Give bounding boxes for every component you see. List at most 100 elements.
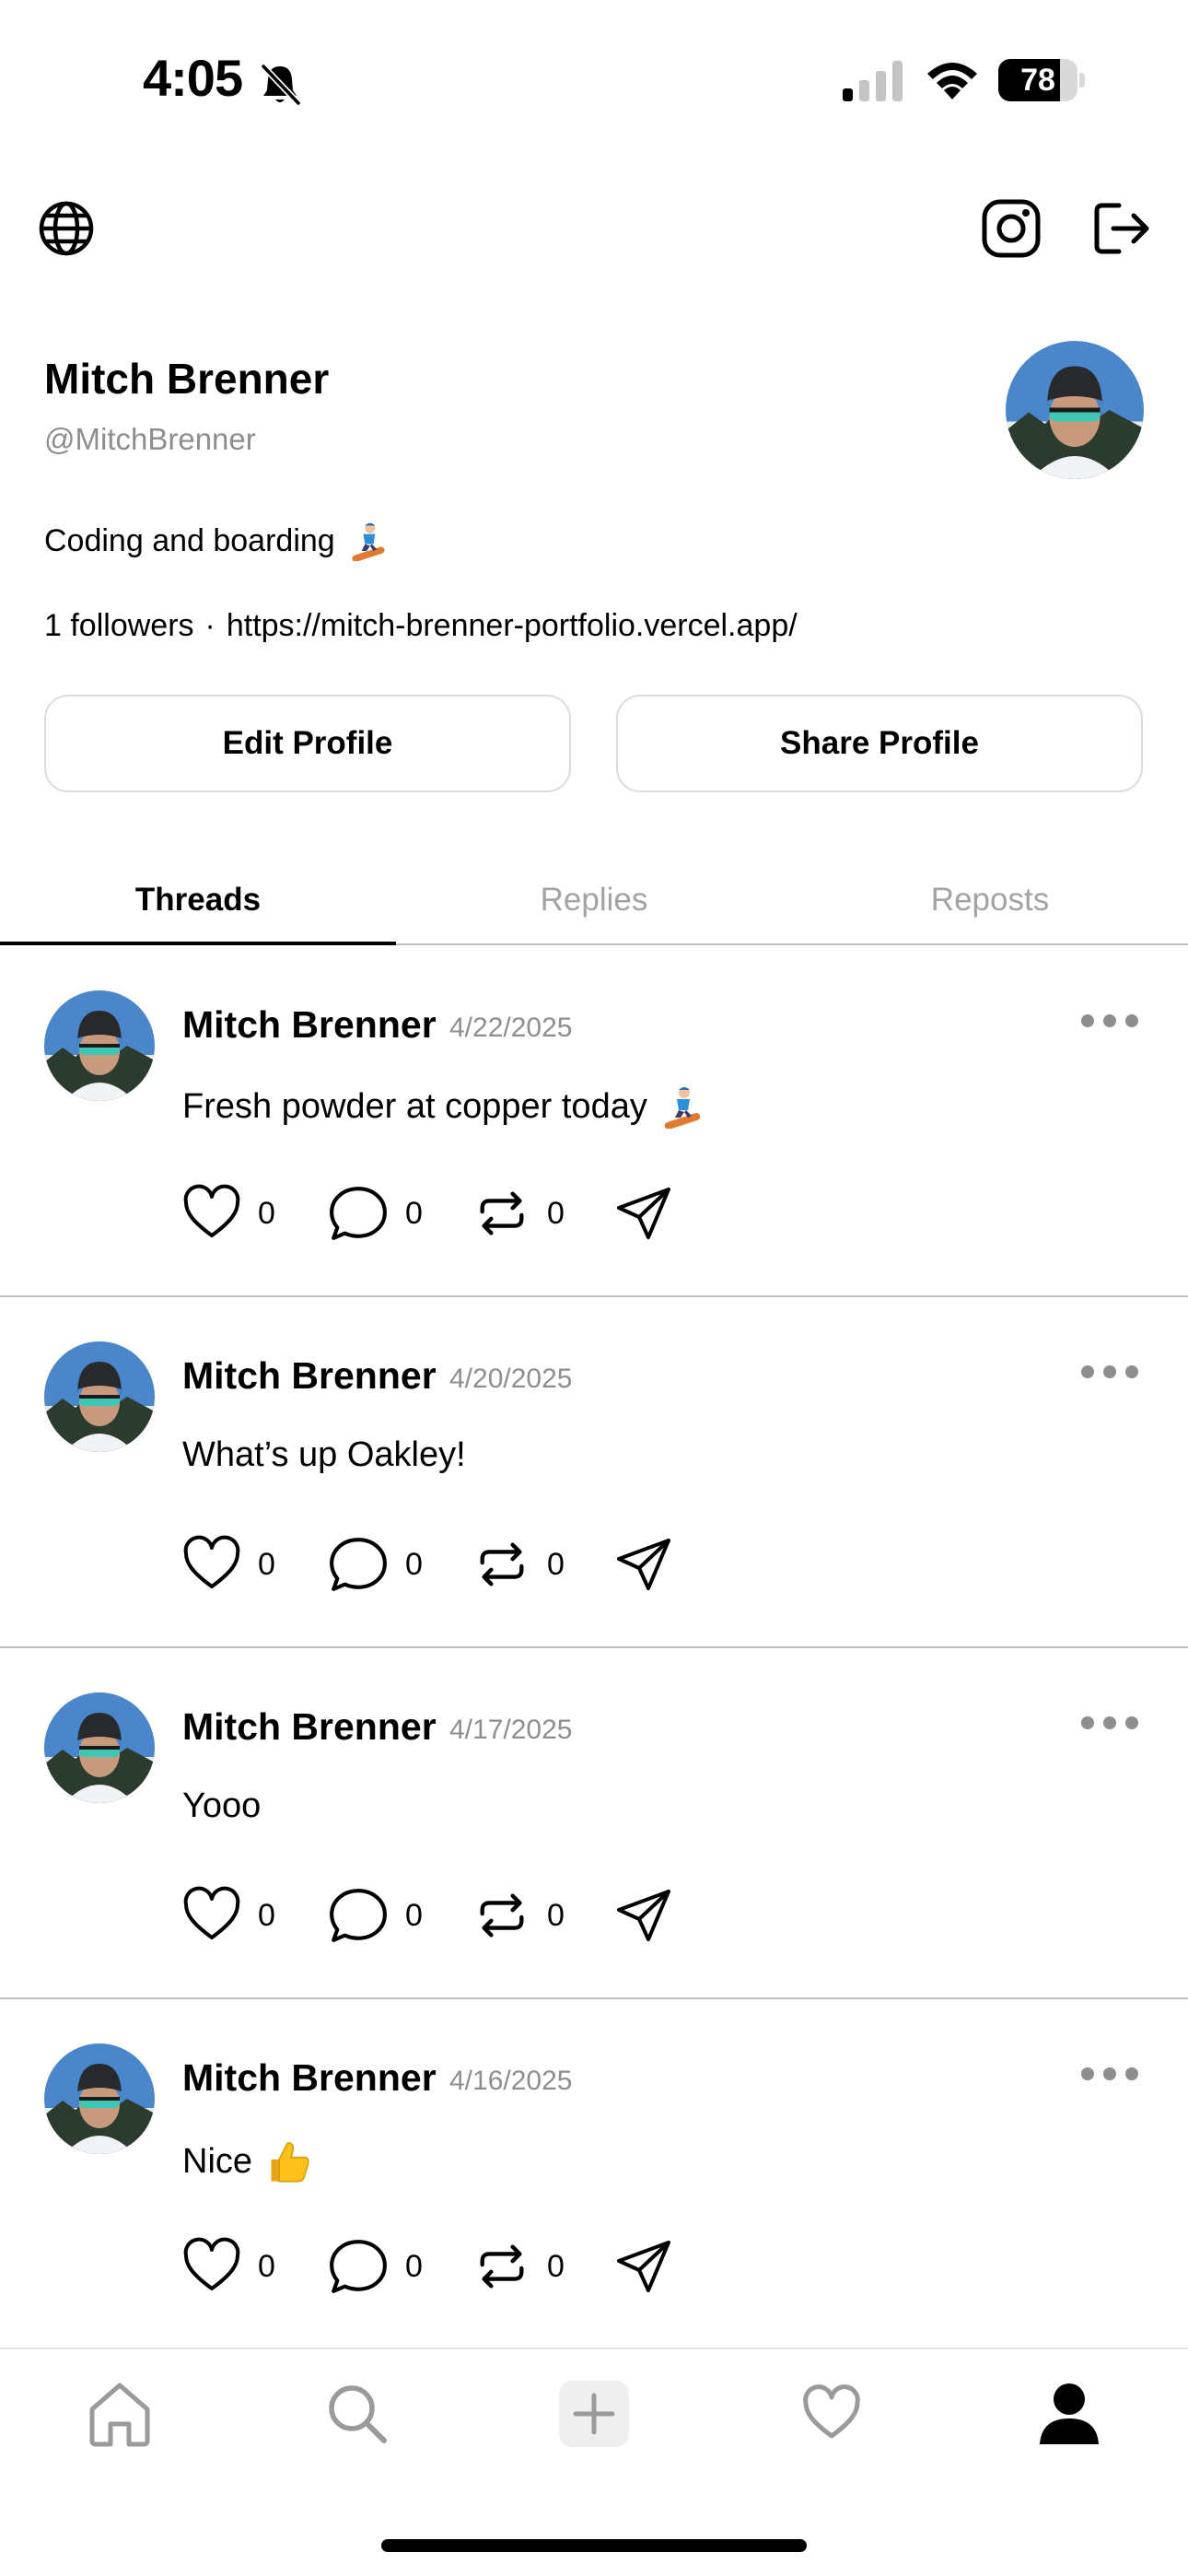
post-text: Nice (182, 2137, 313, 2185)
heart-icon (182, 1886, 241, 1945)
thread-post[interactable]: Mitch Brenner 4/20/2025 What’s up Oakley… (0, 1297, 1188, 1648)
send-icon (615, 2237, 674, 2296)
comment-icon (328, 1885, 389, 1946)
post-author[interactable]: Mitch Brenner (182, 2056, 437, 2100)
repost-count: 0 (547, 1546, 565, 1582)
share-profile-button[interactable]: Share Profile (616, 695, 1143, 792)
repost-count: 0 (547, 1897, 565, 1933)
cellular-signal-icon (843, 61, 903, 101)
repost-button[interactable]: 0 (473, 2234, 565, 2299)
more-options-icon[interactable] (1079, 2060, 1140, 2088)
post-text-content: Nice (182, 2141, 253, 2181)
share-button[interactable] (615, 2234, 674, 2299)
profile-icon[interactable] (1023, 2368, 1115, 2460)
website-link[interactable]: https://mitch-brenner-portfolio.vercel.a… (227, 608, 798, 644)
send-icon (615, 1535, 674, 1594)
heart-icon (182, 1184, 241, 1243)
repost-button[interactable]: 0 (473, 1883, 565, 1948)
share-button[interactable] (615, 1181, 674, 1246)
post-actions: 0 0 0 (182, 1883, 698, 1948)
like-button[interactable]: 0 (182, 1883, 275, 1948)
post-date: 4/20/2025 (449, 1364, 573, 1394)
profile-handle: @MitchBrenner (44, 422, 256, 456)
like-button[interactable]: 0 (182, 1181, 275, 1246)
status-bar: 4:05 78 (0, 0, 1188, 161)
new-thread-icon[interactable] (548, 2368, 640, 2460)
share-button[interactable] (615, 1532, 674, 1597)
comment-count: 0 (405, 1195, 423, 1231)
profile-bio-text: Coding and boarding (44, 522, 335, 558)
repost-icon (473, 2238, 530, 2295)
edit-profile-button[interactable]: Edit Profile (44, 695, 571, 792)
search-icon[interactable] (311, 2368, 403, 2460)
thread-post[interactable]: Mitch Brenner 4/16/2025 Nice 0 0 0 (0, 1999, 1188, 2350)
post-text: What’s up Oakley! (182, 1435, 466, 1475)
post-text: Fresh powder at copper today (182, 1084, 705, 1129)
tab-reposts[interactable]: Reposts (792, 857, 1188, 943)
avatar[interactable] (44, 1692, 155, 1803)
followers-count[interactable]: 1 followers (44, 608, 194, 644)
post-author[interactable]: Mitch Brenner (182, 1354, 437, 1398)
like-count: 0 (258, 1897, 275, 1933)
post-author[interactable]: Mitch Brenner (182, 1003, 437, 1047)
comment-count: 0 (405, 1897, 423, 1933)
comment-button[interactable]: 0 (328, 1181, 423, 1246)
bell-slash-icon (261, 64, 301, 106)
repost-icon (473, 1536, 530, 1593)
avatar[interactable] (44, 2043, 155, 2154)
like-button[interactable]: 0 (182, 1532, 275, 1597)
post-author[interactable]: Mitch Brenner (182, 1705, 437, 1749)
more-options-icon[interactable] (1079, 1007, 1140, 1035)
tab-threads[interactable]: Threads (0, 857, 396, 945)
home-icon[interactable] (74, 2368, 166, 2460)
like-count: 0 (258, 1546, 275, 1582)
post-date: 4/16/2025 (449, 2066, 573, 2096)
post-text-content: Yooo (182, 1786, 262, 1825)
battery-icon: 78 (998, 59, 1085, 101)
profile-avatar[interactable] (1006, 341, 1144, 479)
profile-name: Mitch Brenner (44, 355, 330, 403)
wifi-icon (927, 63, 977, 100)
avatar[interactable] (44, 1341, 155, 1452)
more-options-icon[interactable] (1079, 1709, 1140, 1737)
logout-icon[interactable] (1087, 195, 1157, 262)
repost-count: 0 (547, 1195, 565, 1231)
heart-icon (182, 2237, 241, 2296)
meta-separator: · (204, 608, 215, 643)
post-date: 4/22/2025 (449, 1013, 573, 1043)
like-button[interactable]: 0 (182, 2234, 275, 2299)
comment-button[interactable]: 0 (328, 2234, 423, 2299)
comment-button[interactable]: 0 (328, 1883, 423, 1948)
comment-button[interactable]: 0 (328, 1532, 423, 1597)
snowboarder-emoji (660, 1084, 705, 1129)
post-actions: 0 0 0 (182, 1532, 698, 1597)
tab-replies[interactable]: Replies (396, 857, 792, 943)
comment-icon (328, 2236, 389, 2297)
post-text-content: What’s up Oakley! (182, 1435, 466, 1474)
profile-bio: Coding and boarding (44, 521, 389, 561)
repost-count: 0 (547, 2248, 565, 2284)
profile-tabs: Threads Replies Reposts (0, 857, 1188, 945)
instagram-icon[interactable] (978, 195, 1044, 262)
post-text-content: Fresh powder at copper today (182, 1086, 647, 1126)
post-actions: 0 0 0 (182, 1181, 698, 1246)
activity-heart-icon[interactable] (786, 2368, 878, 2460)
send-icon (615, 1886, 674, 1945)
avatar[interactable] (44, 990, 155, 1101)
like-count: 0 (258, 2248, 275, 2284)
repost-button[interactable]: 0 (473, 1181, 565, 1246)
thread-post[interactable]: Mitch Brenner 4/22/2025 Fresh powder at … (0, 946, 1188, 1297)
send-icon (615, 1184, 674, 1243)
globe-icon[interactable] (33, 195, 99, 262)
status-time: 4:05 (143, 49, 243, 107)
more-options-icon[interactable] (1079, 1358, 1140, 1386)
share-button[interactable] (615, 1883, 674, 1948)
comment-icon (328, 1534, 389, 1595)
snowboarder-emoji (348, 521, 389, 561)
comment-count: 0 (405, 2248, 423, 2284)
like-count: 0 (258, 1195, 275, 1231)
home-indicator[interactable] (381, 2539, 807, 2552)
thread-post[interactable]: Mitch Brenner 4/17/2025 Yooo 0 0 0 (0, 1648, 1188, 1999)
repost-icon (473, 1185, 530, 1242)
repost-button[interactable]: 0 (473, 1532, 565, 1597)
